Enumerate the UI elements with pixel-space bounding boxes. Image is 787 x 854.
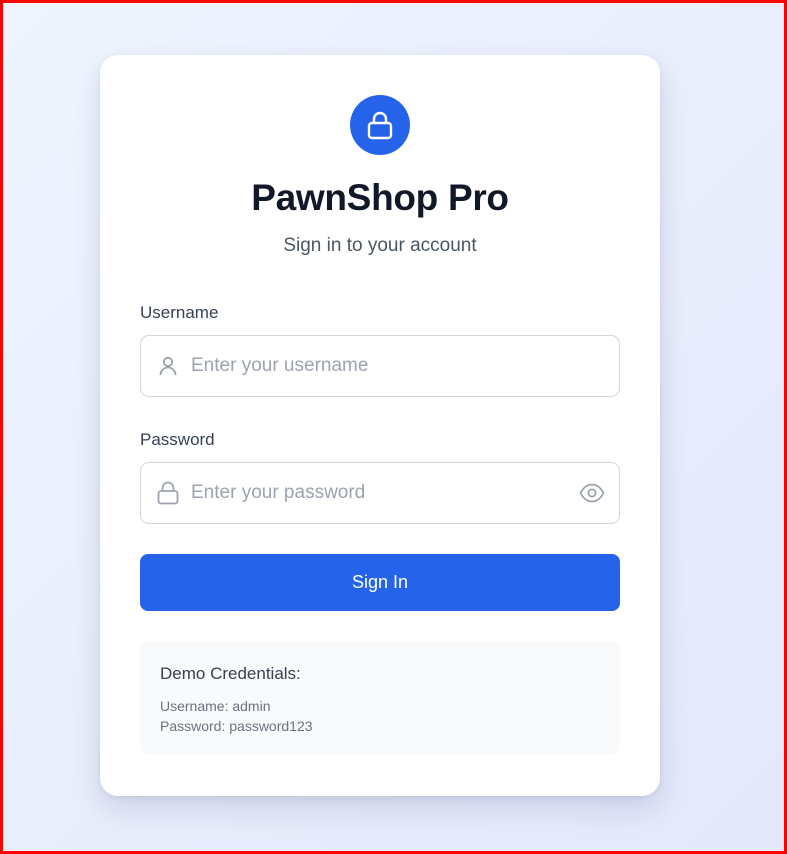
demo-credentials-box: Demo Credentials: Username: admin Passwo… [140,641,620,755]
lock-icon [367,111,393,140]
username-input[interactable] [191,336,571,396]
eye-icon[interactable] [579,482,605,504]
login-card: PawnShop Pro Sign in to your account Use… [100,55,660,796]
password-label: Password [140,430,215,449]
demo-credentials-title: Demo Credentials: [160,664,301,683]
app-title: PawnShop Pro [251,177,509,218]
demo-password: Password: password123 [160,718,313,734]
lock-icon [157,481,179,505]
password-field [140,462,620,524]
demo-username: Username: admin [160,698,271,714]
page-frame: PawnShop Pro Sign in to your account Use… [0,0,787,854]
username-field [140,335,620,397]
password-input[interactable] [191,463,571,523]
page-subtitle: Sign in to your account [283,235,477,256]
logo-badge [350,95,410,155]
username-label: Username [140,303,219,322]
user-icon [157,355,179,377]
sign-in-button[interactable]: Sign In [140,554,620,611]
